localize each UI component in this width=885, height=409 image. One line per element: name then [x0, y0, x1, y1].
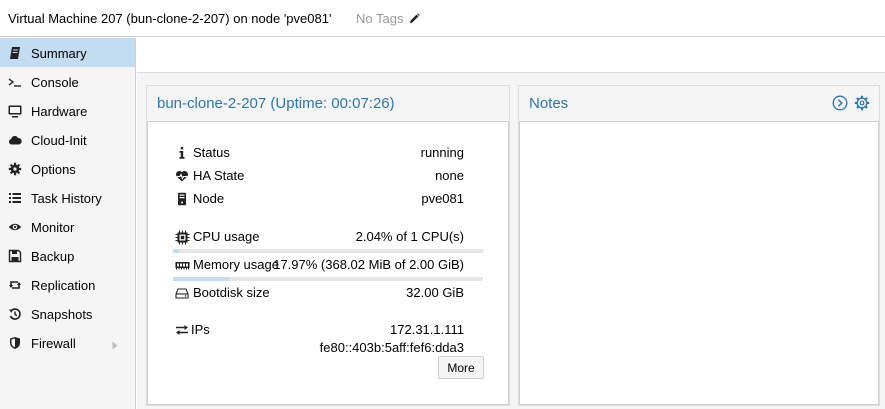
sidebar-item-label: Task History — [31, 191, 102, 206]
sidebar-item-monitor[interactable]: Monitor — [0, 212, 135, 241]
sidebar-item-console[interactable]: Console — [0, 67, 135, 96]
notes-panel: Notes — [518, 85, 880, 406]
hdd-icon — [175, 286, 189, 300]
sidebar-item-label: Options — [31, 162, 76, 177]
sidebar-item-backup[interactable]: Backup — [0, 241, 135, 270]
exchange-icon — [175, 323, 189, 337]
memory-icon — [175, 258, 190, 272]
floppy-icon — [8, 249, 22, 263]
sidebar-item-label: Monitor — [31, 220, 75, 235]
sidebar-item-cloud-init[interactable]: Cloud-Init — [0, 125, 135, 154]
bootdisk-row: Bootdisk size 32.00 GiB — [148, 284, 488, 302]
memory-usage-bar-fill — [173, 277, 229, 281]
ha-state-label: HA State — [193, 168, 245, 183]
cpu-icon — [175, 230, 190, 245]
sidebar-item-options[interactable]: Options — [0, 154, 135, 183]
retweet-icon — [8, 278, 22, 292]
ips-row: IPs 172.31.1.111 — [148, 321, 488, 339]
status-panel-header: bun-clone-2-207 (Uptime: 00:07:26) — [147, 86, 509, 119]
cpu-row: CPU usage 2.04% of 1 CPU(s) — [148, 228, 488, 246]
memory-usage-bar — [173, 277, 483, 281]
sidebar-item-task-history[interactable]: Task History — [0, 183, 135, 212]
status-panel-title: bun-clone-2-207 (Uptime: 00:07:26) — [157, 95, 395, 112]
server-icon — [175, 192, 189, 206]
notes-panel-title: Notes — [529, 95, 569, 112]
sidebar-item-label: Snapshots — [31, 307, 93, 322]
ip-v4-value: 172.31.1.111 — [390, 322, 464, 337]
cloud-icon — [8, 133, 22, 147]
sidebar-item-label: Console — [31, 75, 79, 90]
sidebar-item-snapshots[interactable]: Snapshots — [0, 299, 135, 328]
cpu-usage-bar-fill — [173, 249, 180, 253]
sidebar-item-replication[interactable]: Replication — [0, 270, 135, 299]
sidebar-item-summary[interactable]: Summary — [0, 38, 135, 67]
notes-panel-header: Notes — [519, 86, 879, 119]
ips-label: IPs — [191, 322, 210, 337]
vm-title: Virtual Machine 207 (bun-clone-2-207) on… — [8, 11, 332, 26]
sidebar-item-hardware[interactable]: Hardware — [0, 96, 135, 125]
toolbar-strip — [137, 38, 885, 73]
gear-icon — [8, 162, 22, 176]
tags-label: No Tags — [356, 11, 404, 26]
notes-panel-body — [519, 121, 879, 405]
status-panel: bun-clone-2-207 (Uptime: 00:07:26) Statu… — [146, 85, 510, 406]
header: Virtual Machine 207 (bun-clone-2-207) on… — [0, 0, 885, 37]
sidebar-item-label: Cloud-Init — [31, 133, 87, 148]
ip-v6-value: fe80::403b:5aff:fef6:dda3 — [319, 340, 464, 355]
shield-icon — [8, 336, 22, 350]
more-button[interactable]: More — [438, 356, 484, 379]
eye-icon — [8, 220, 22, 234]
expand-arrow-icon[interactable] — [112, 338, 118, 353]
list-icon — [8, 191, 22, 205]
memory-row: Memory usage 17.97% (368.02 MiB of 2.00 … — [148, 256, 488, 274]
cpu-value: 2.04% of 1 CPU(s) — [355, 229, 464, 244]
expand-circle-icon[interactable] — [832, 95, 848, 111]
pencil-icon[interactable] — [409, 13, 420, 24]
ha-state-value: none — [435, 168, 464, 183]
status-value: running — [420, 145, 464, 160]
status-panel-body: Status running HA State none Node pve081 — [147, 121, 509, 405]
memory-value: 17.97% (368.02 MiB of 2.00 GiB) — [273, 257, 464, 272]
info-icon — [175, 146, 189, 160]
memory-label: Memory usage — [193, 257, 279, 272]
book-icon — [8, 46, 22, 60]
sidebar-item-label: Firewall — [31, 336, 76, 351]
status-label: Status — [193, 145, 230, 160]
sidebar-item-label: Hardware — [31, 104, 88, 119]
gear-icon[interactable] — [854, 95, 870, 111]
sidebar: Summary Console Hardware Cloud-Init Opti… — [0, 38, 136, 409]
content-area: bun-clone-2-207 (Uptime: 00:07:26) Statu… — [137, 38, 885, 409]
monitor-icon — [8, 104, 22, 118]
ha-state-row: HA State none — [148, 167, 488, 185]
cpu-label: CPU usage — [193, 229, 260, 244]
bootdisk-label: Bootdisk size — [193, 285, 270, 300]
tags-editor[interactable]: No Tags — [356, 11, 420, 26]
sidebar-item-label: Backup — [31, 249, 75, 264]
node-label: Node — [193, 191, 225, 206]
node-row: Node pve081 — [148, 190, 488, 208]
heartbeat-icon — [175, 169, 189, 183]
sidebar-item-firewall[interactable]: Firewall — [0, 328, 135, 357]
node-value: pve081 — [421, 191, 464, 206]
status-row: Status running — [148, 144, 488, 162]
sidebar-item-label: Replication — [31, 278, 96, 293]
cpu-usage-bar — [173, 249, 483, 253]
ip-v6-row: fe80::403b:5aff:fef6:dda3 — [148, 339, 488, 357]
bootdisk-value: 32.00 GiB — [406, 285, 464, 300]
sidebar-item-label: Summary — [31, 46, 87, 61]
terminal-icon — [8, 75, 22, 89]
history-icon — [8, 307, 22, 321]
